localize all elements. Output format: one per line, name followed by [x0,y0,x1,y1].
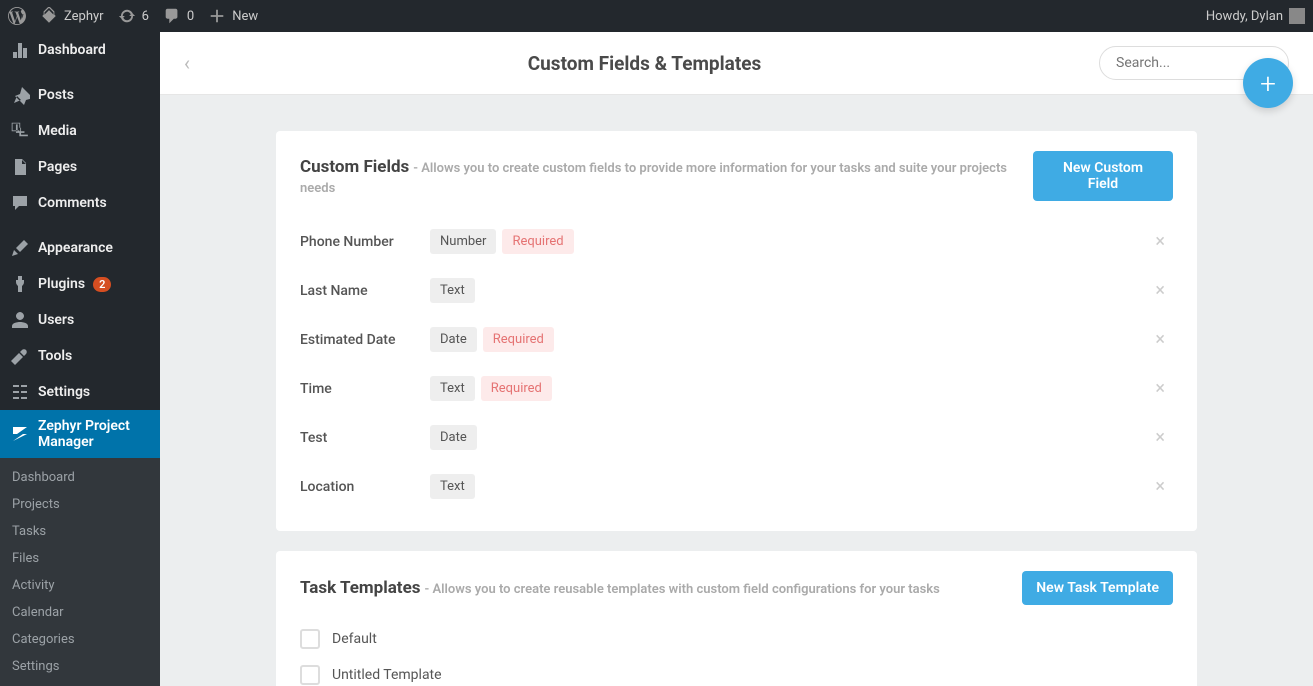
type-tag: Number [430,229,496,254]
brush-icon [10,238,30,258]
type-tag: Text [430,376,475,401]
media-icon [10,121,30,141]
field-name: Phone Number [300,234,430,250]
close-icon[interactable]: × [1147,476,1173,497]
admin-sidebar: Dashboard PostsMediaPagesComments Appearan… [0,32,160,686]
new-link[interactable]: New [208,7,258,25]
dashboard-icon [10,40,30,60]
updates-link[interactable]: 6 [118,7,149,25]
pages-icon [10,157,30,177]
sidebar-item-comments[interactable]: Comments [0,185,160,221]
submenu-item-activity[interactable]: Activity [0,572,160,599]
site-link[interactable]: Zephyr [40,7,104,25]
plug-icon [10,274,30,294]
submenu-item-dashboard[interactable]: Dashboard [0,464,160,491]
close-icon[interactable]: × [1147,280,1173,301]
template-checkbox[interactable] [300,629,320,649]
required-tag: Required [481,376,552,401]
submenu-item-categories[interactable]: Categories [0,626,160,653]
submenu-item-projects[interactable]: Projects [0,491,160,518]
admin-bar: Zephyr 6 0 New Howdy, Dylan [0,0,1313,32]
close-icon[interactable]: × [1147,231,1173,252]
template-checkbox[interactable] [300,665,320,685]
sidebar-item-users[interactable]: Users [0,302,160,338]
template-row[interactable]: Default [300,621,1173,657]
sidebar-item-dashboard[interactable]: Dashboard [0,32,160,68]
field-name: Estimated Date [300,332,430,348]
main-content: ‹ Custom Fields & Templates + Custom Fie… [160,32,1313,686]
sidebar-item-posts[interactable]: Posts [0,77,160,113]
user-icon [10,310,30,330]
template-row[interactable]: Untitled Template [300,657,1173,686]
sidebar-item-appearance[interactable]: Appearance [0,230,160,266]
wrench-icon [10,346,30,366]
submenu-item-calendar[interactable]: Calendar [0,599,160,626]
close-icon[interactable]: × [1147,427,1173,448]
sidebar-item-media[interactable]: Media [0,113,160,149]
field-row[interactable]: TestDate × [300,413,1173,462]
type-tag: Text [430,474,475,499]
field-name: Last Name [300,283,430,299]
template-name: Default [332,631,377,647]
comments-link[interactable]: 0 [163,7,194,25]
field-row[interactable]: TimeTextRequired × [300,364,1173,413]
required-tag: Required [483,327,554,352]
custom-fields-card: Custom Fields - Allows you to create cus… [276,131,1197,531]
close-icon[interactable]: × [1147,329,1173,350]
badge: 2 [93,277,111,292]
close-icon[interactable]: × [1147,378,1173,399]
submenu-item-tasks[interactable]: Tasks [0,518,160,545]
submenu-item-settings[interactable]: Settings [0,653,160,680]
page-header: ‹ Custom Fields & Templates [160,32,1313,95]
sidebar-item-pages[interactable]: Pages [0,149,160,185]
pin-icon [10,85,30,105]
field-name: Location [300,479,430,495]
sidebar-item-settings[interactable]: Settings [0,374,160,410]
new-template-button[interactable]: New Task Template [1022,571,1173,605]
templates-subtitle: - Allows you to create reusable template… [424,582,939,597]
sidebar-item-zephyr-project-manager[interactable]: Zephyr Project Manager [0,410,160,458]
new-custom-field-button[interactable]: New Custom Field [1033,151,1173,201]
zephyr-icon [10,424,30,444]
fab-add[interactable]: + [1243,58,1293,108]
templates-title: Task Templates [300,578,420,598]
wp-logo[interactable] [8,7,26,25]
custom-fields-title: Custom Fields [300,157,409,177]
type-tag: Text [430,278,475,303]
submenu-item-files[interactable]: Files [0,545,160,572]
page-title: Custom Fields & Templates [190,52,1099,75]
type-tag: Date [430,425,477,450]
field-name: Test [300,430,430,446]
template-name: Untitled Template [332,667,442,683]
field-row[interactable]: Last NameText × [300,266,1173,315]
templates-card: Task Templates - Allows you to create re… [276,551,1197,686]
sidebar-item-tools[interactable]: Tools [0,338,160,374]
howdy-link[interactable]: Howdy, Dylan [1206,8,1305,24]
comment-icon [10,193,30,213]
required-tag: Required [502,229,573,254]
field-row[interactable]: Estimated DateDateRequired × [300,315,1173,364]
field-row[interactable]: LocationText × [300,462,1173,511]
type-tag: Date [430,327,477,352]
settings-icon [10,382,30,402]
sidebar-item-plugins[interactable]: Plugins2 [0,266,160,302]
field-row[interactable]: Phone NumberNumberRequired × [300,217,1173,266]
field-name: Time [300,381,430,397]
